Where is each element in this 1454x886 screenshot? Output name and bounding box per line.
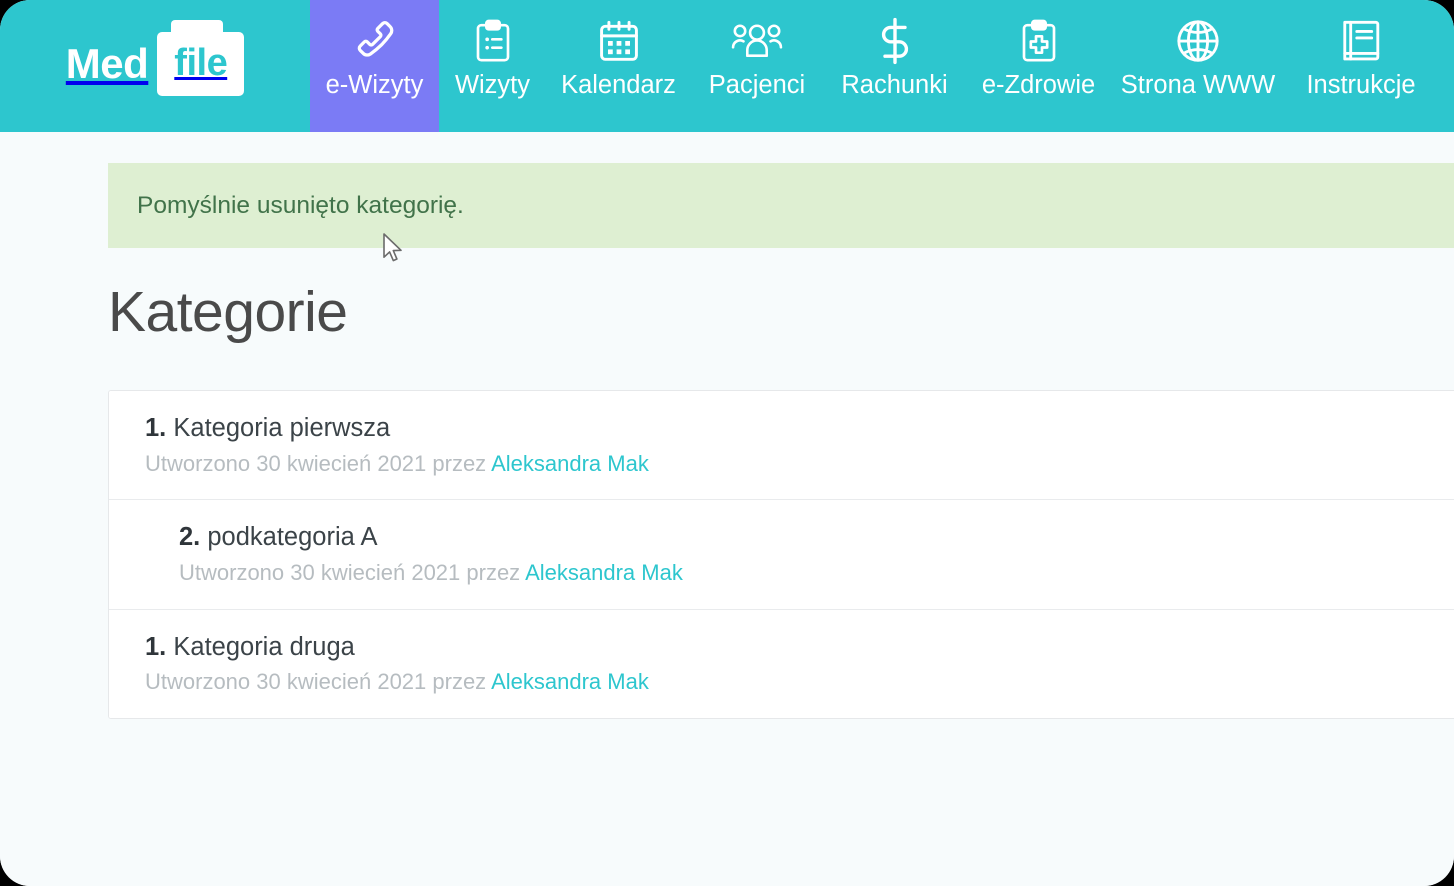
category-number: 1. [145,632,167,661]
nav-label-instrukcje: Instrukcje [1306,71,1416,99]
alert-message-text: Pomyślnie usunięto kategorię. [137,191,464,219]
globe-icon [1175,14,1221,68]
phone-call-icon [352,14,398,68]
nav-item-strona-www[interactable]: Strona WWW [1111,0,1285,132]
brand-name-file: file [157,20,245,96]
nav-label-rachunki: Rachunki [841,71,948,99]
category-meta-prefix: Utworzono 30 kwiecień 2021 przez [145,669,487,695]
app-window: Med file e-Wizyty Wizyty Kalendarz Pacje… [0,0,1454,886]
clipboard-list-icon [473,14,513,68]
category-meta: Utworzono 30 kwiecień 2021 przez Aleksan… [179,560,1454,586]
nav-label-pacjenci: Pacjenci [708,71,806,99]
category-number: 2. [179,523,201,552]
category-meta-prefix: Utworzono 30 kwiecień 2021 przez [145,450,487,476]
category-name: Kategoria pierwsza [173,414,391,442]
clipboard-plus-icon [1019,14,1059,68]
nav-item-e-zdrowie[interactable]: e-Zdrowie [966,0,1111,132]
nav-label-wizyty: Wizyty [454,71,531,99]
category-meta: Utworzono 30 kwiecień 2021 przez Aleksan… [145,451,1454,477]
category-title: 1. Kategoria pierwsza [145,413,1454,445]
dollar-sign-icon [878,14,912,68]
category-author-link[interactable]: Aleksandra Mak [491,669,649,694]
alert-success-banner: Pomyślnie usunięto kategorię. [108,163,1454,248]
category-title: 1. Kategoria druga [145,632,1454,664]
nav-item-rachunki[interactable]: Rachunki [823,0,966,132]
page-content: Pomyślnie usunięto kategorię. Kategorie … [0,132,1454,886]
category-title: 2. podkategoria A [179,522,1454,554]
nav-item-wizyty[interactable]: Wizyty [439,0,546,132]
list-item[interactable]: 2. podkategoria A Utworzono 30 kwiecień … [109,500,1454,610]
list-item[interactable]: 1. Kategoria pierwsza Utworzono 30 kwiec… [109,391,1454,501]
category-list: 1. Kategoria pierwsza Utworzono 30 kwiec… [108,390,1454,719]
category-meta: Utworzono 30 kwiecień 2021 przez Aleksan… [145,669,1454,695]
book-icon [1340,14,1382,68]
nav-label-strona-www: Strona WWW [1120,71,1276,99]
category-author-link[interactable]: Aleksandra Mak [491,451,649,476]
brand-logo-medfile[interactable]: Med file [0,0,310,132]
list-item[interactable]: 1. Kategoria druga Utworzono 30 kwiecień… [109,609,1454,718]
nav-item-instrukcje[interactable]: Instrukcje [1285,0,1437,132]
category-name: Kategoria druga [173,632,355,661]
category-name: podkategoria A [207,523,378,552]
nav-label-e-zdrowie: e-Zdrowie [981,71,1096,99]
brand-logo-text: Med file [65,20,245,96]
top-navigation-bar: Med file e-Wizyty Wizyty Kalendarz Pacje… [0,0,1454,132]
category-author-link[interactable]: Aleksandra Mak [525,560,683,585]
nav-item-kalendarz[interactable]: Kalendarz [546,0,691,132]
category-meta-prefix: Utworzono 30 kwiecień 2021 przez [179,560,521,586]
nav-label-e-wizyty: e-Wizyty [325,71,424,99]
page-title: Kategorie [108,280,348,344]
calendar-icon [597,14,641,68]
nav-label-kalendarz: Kalendarz [561,71,676,99]
category-number: 1. [145,414,167,442]
nav-item-pacjenci[interactable]: Pacjenci [691,0,823,132]
nav-item-e-wizyty[interactable]: e-Wizyty [310,0,439,132]
brand-name-med: Med [65,40,149,87]
people-group-icon [731,14,783,68]
